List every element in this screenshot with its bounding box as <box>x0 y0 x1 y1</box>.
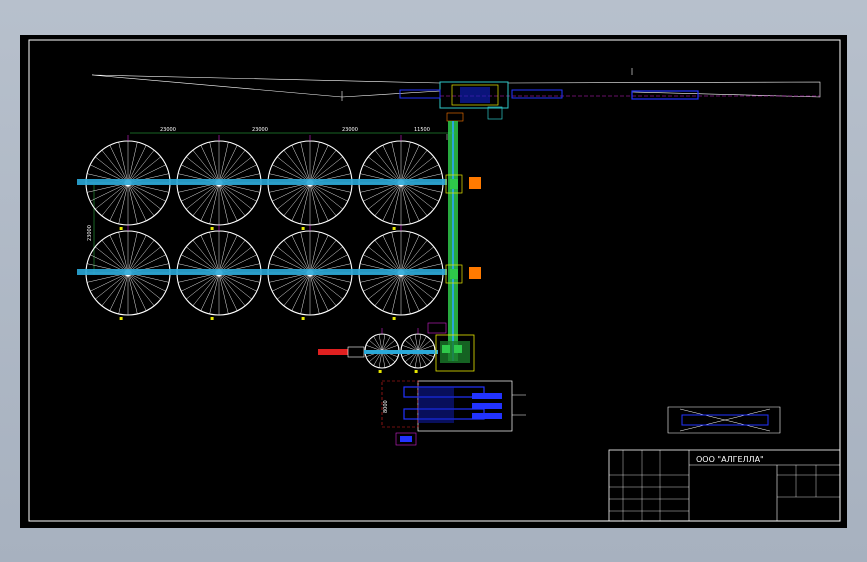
top-pipeline-outline <box>91 68 821 101</box>
top-dimension-line: 23000 23000 23000 11500 <box>130 127 455 134</box>
pipe-detail <box>667 406 781 434</box>
inlet-pipe <box>318 346 438 358</box>
top-pump-station <box>399 81 699 122</box>
dim-label-3: 11500 <box>414 127 430 133</box>
dim-label-5: 8000 <box>383 400 389 413</box>
title-block-company: ООО "АЛГЕЛЛА" <box>696 455 764 464</box>
main-vertical-pipe <box>446 121 458 361</box>
dim-label-0: 23000 <box>160 127 176 133</box>
filter-station: 8000 <box>381 380 526 446</box>
title-block: ООО "АЛГЕЛЛА" <box>608 449 841 522</box>
dim-label-1: 23000 <box>252 127 268 133</box>
tank-array <box>85 135 444 320</box>
cad-drawing: 23000 23000 23000 11500 23000 8000 ООО "… <box>28 39 841 522</box>
cad-viewport[interactable]: 23000 23000 23000 11500 23000 8000 ООО "… <box>20 35 847 528</box>
tank-header-pipes <box>77 179 447 275</box>
dim-label-2: 23000 <box>342 127 358 133</box>
dim-label-4: 23000 <box>87 225 93 241</box>
